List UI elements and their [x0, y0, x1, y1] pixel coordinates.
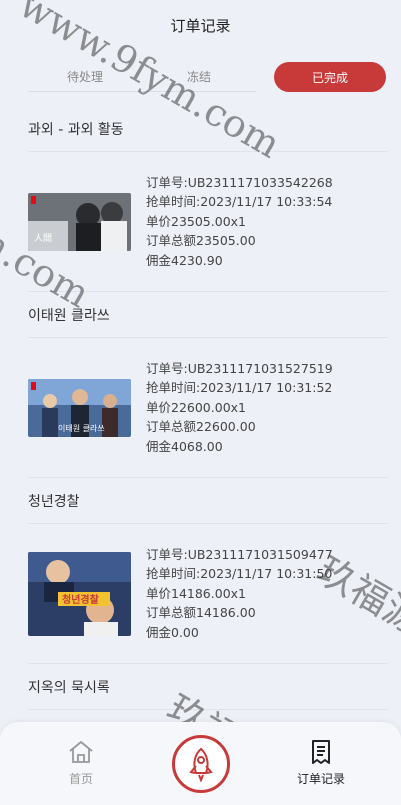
tab-pending[interactable]: 待处理	[28, 62, 142, 92]
order-number: 订单号:UB2311171031509477	[146, 546, 333, 562]
order-time: 抢单时间:2023/11/17 10:33:54	[146, 194, 333, 210]
order-time: 抢单时间:2023/11/17 10:31:52	[146, 380, 333, 396]
order-total: 订单总额14186.00	[146, 605, 256, 621]
svg-text:청년경찰: 청년경찰	[62, 593, 100, 606]
order-card[interactable]: 청년경찰 청년경찰 订单号:UB2311171031509477 抢单时间:20…	[28, 478, 388, 664]
status-tabs: 待处理 冻结 已完成	[28, 61, 386, 93]
order-card[interactable]: 과외 - 과외 활동 人間 订单号:UB2311171033542268 抢单时…	[28, 106, 388, 292]
tabbar-orders[interactable]: 订单记录	[281, 738, 361, 787]
order-info: 订单号:UB2311171031509477 抢单时间:2023/11/17 1…	[146, 545, 333, 643]
order-title: 지옥의 묵시록	[28, 664, 388, 710]
order-title: 과외 - 과외 활동	[28, 106, 388, 152]
order-commission: 佣金4068.00	[146, 438, 223, 454]
bottom-tab-bar: 首页 订单记录	[0, 722, 401, 805]
receipt-icon	[312, 740, 330, 764]
order-info: 订单号:UB2311171033542268 抢单时间:2023/11/17 1…	[146, 173, 333, 271]
order-body: 人間 订单号:UB2311171033542268 抢单时间:2023/11/1…	[28, 152, 388, 291]
order-card[interactable]: 지옥의 묵시록	[28, 664, 388, 710]
poster-midnight-runners-image: 청년경찰	[28, 551, 131, 636]
page-header: 订单记录	[0, 0, 401, 50]
order-unit-price: 单价22600.00x1	[146, 399, 246, 415]
order-unit-price: 单价14186.00x1	[146, 585, 246, 601]
order-commission: 佣金4230.90	[146, 252, 223, 268]
home-icon	[69, 741, 93, 763]
page-title: 订单记录	[170, 16, 231, 35]
order-list: 과외 - 과외 활동 人間 订单号:UB2311171033542268 抢单时…	[28, 106, 388, 710]
poster-itaewon-class-image: 이태원 클라쓰	[28, 378, 131, 437]
rocket-icon	[189, 747, 213, 783]
poster-extracurricular-image: 人間	[28, 192, 131, 251]
tab-completed[interactable]: 已完成	[274, 62, 386, 92]
tabbar-center-button[interactable]	[172, 735, 230, 793]
order-unit-price: 单价23505.00x1	[146, 213, 246, 229]
order-body: 청년경찰 订单号:UB2311171031509477 抢单时间:2023/11…	[28, 524, 388, 663]
svg-text:이태원 클라쓰: 이태원 클라쓰	[58, 423, 105, 433]
svg-text:人間: 人間	[34, 233, 52, 244]
order-body: 이태원 클라쓰 订单号:UB2311171031527519 抢单时间:2023…	[28, 338, 388, 477]
tabbar-orders-label: 订单记录	[296, 772, 345, 786]
order-card[interactable]: 이태원 클라쓰 이태원 클라쓰 订单号:UB2311171031527519 抢…	[28, 292, 388, 478]
order-info: 订单号:UB2311171031527519 抢单时间:2023/11/17 1…	[146, 359, 333, 457]
order-title: 이태원 클라쓰	[28, 292, 388, 338]
order-number: 订单号:UB2311171033542268	[146, 174, 333, 190]
order-number: 订单号:UB2311171031527519	[146, 360, 333, 376]
tabbar-home[interactable]: 首页	[41, 738, 121, 787]
order-total: 订单总额23505.00	[146, 233, 256, 249]
order-commission: 佣金0.00	[146, 624, 199, 640]
order-title: 청년경찰	[28, 478, 388, 524]
order-total: 订单总额22600.00	[146, 419, 256, 435]
tabbar-home-label: 首页	[68, 772, 93, 786]
tab-frozen[interactable]: 冻结	[142, 62, 256, 92]
order-time: 抢单时间:2023/11/17 10:31:50	[146, 566, 333, 582]
